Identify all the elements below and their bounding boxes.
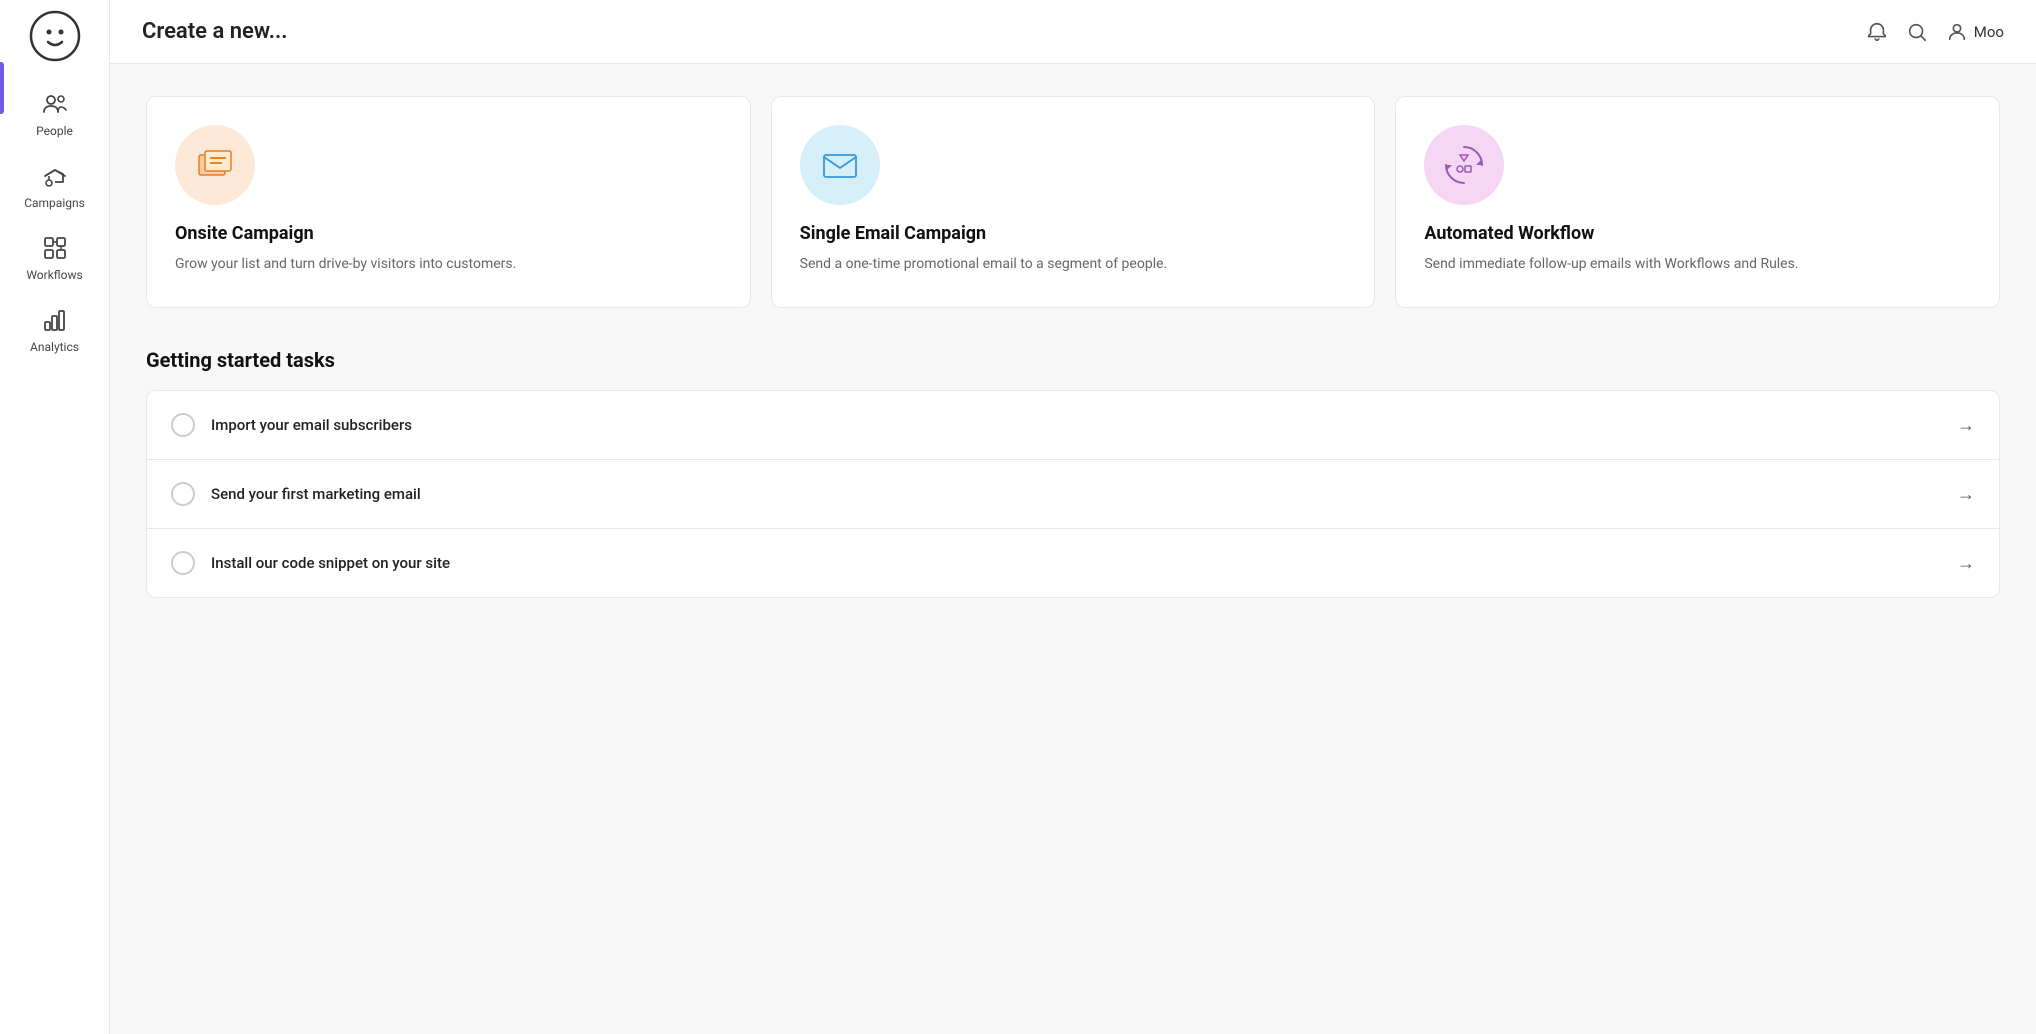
search-icon[interactable] xyxy=(1906,21,1928,43)
active-indicator xyxy=(0,62,4,114)
sidebar-item-workflows-label: Workflows xyxy=(26,268,82,282)
task-send-label: Send your first marketing email xyxy=(211,485,421,503)
sidebar-item-workflows[interactable]: Workflows xyxy=(0,222,109,294)
tasks-list: Import your email subscribers → Send you… xyxy=(146,390,2000,598)
getting-started-title: Getting started tasks xyxy=(146,348,2000,372)
task-send-arrow: → xyxy=(1957,484,1975,505)
single-email-icon-wrapper xyxy=(800,125,880,205)
user-name: Moo xyxy=(1974,23,2004,41)
task-import-arrow: → xyxy=(1957,415,1975,436)
task-send-circle xyxy=(171,482,195,506)
automated-workflow-card[interactable]: Automated Workflow Send immediate follow… xyxy=(1395,96,2000,308)
main-content: Create a new... Moo xyxy=(110,0,2036,1034)
onsite-campaign-title: Onsite Campaign xyxy=(175,223,722,244)
content-area: Onsite Campaign Grow your list and turn … xyxy=(110,64,2036,630)
campaign-cards-row: Onsite Campaign Grow your list and turn … xyxy=(146,96,2000,308)
notifications-icon[interactable] xyxy=(1866,21,1888,43)
sidebar-item-people-label: People xyxy=(36,124,73,138)
automated-workflow-icon xyxy=(1438,139,1490,191)
user-menu[interactable]: Moo xyxy=(1946,21,2004,43)
task-import-subscribers[interactable]: Import your email subscribers → xyxy=(147,391,1999,460)
task-send-left: Send your first marketing email xyxy=(171,482,421,506)
getting-started-section: Getting started tasks Import your email … xyxy=(146,348,2000,598)
sidebar-item-people[interactable]: People xyxy=(0,78,109,150)
task-install-arrow: → xyxy=(1957,553,1975,574)
single-email-title: Single Email Campaign xyxy=(800,223,1347,244)
sidebar-item-campaigns-label: Campaigns xyxy=(24,196,85,210)
task-import-left: Import your email subscribers xyxy=(171,413,412,437)
onsite-campaign-icon xyxy=(191,141,239,189)
task-send-email[interactable]: Send your first marketing email → xyxy=(147,460,1999,529)
onsite-campaign-desc: Grow your list and turn drive-by visitor… xyxy=(175,254,722,275)
header-actions: Moo xyxy=(1866,21,2004,43)
header: Create a new... Moo xyxy=(110,0,2036,64)
single-email-desc: Send a one-time promotional email to a s… xyxy=(800,254,1347,275)
logo[interactable] xyxy=(29,10,81,62)
task-install-snippet[interactable]: Install our code snippet on your site → xyxy=(147,529,1999,597)
single-email-icon xyxy=(816,141,864,189)
sidebar: People Campaigns Workflows Analytics xyxy=(0,0,110,1034)
task-import-circle xyxy=(171,413,195,437)
sidebar-item-campaigns[interactable]: Campaigns xyxy=(0,150,109,222)
task-install-circle xyxy=(171,551,195,575)
task-install-label: Install our code snippet on your site xyxy=(211,554,450,572)
sidebar-item-analytics[interactable]: Analytics xyxy=(0,294,109,366)
automated-workflow-title: Automated Workflow xyxy=(1424,223,1971,244)
automated-workflow-icon-wrapper xyxy=(1424,125,1504,205)
task-import-label: Import your email subscribers xyxy=(211,416,412,434)
page-title: Create a new... xyxy=(142,19,288,44)
onsite-campaign-card[interactable]: Onsite Campaign Grow your list and turn … xyxy=(146,96,751,308)
user-icon xyxy=(1946,21,1968,43)
sidebar-item-analytics-label: Analytics xyxy=(30,340,79,354)
task-install-left: Install our code snippet on your site xyxy=(171,551,450,575)
single-email-campaign-card[interactable]: Single Email Campaign Send a one-time pr… xyxy=(771,96,1376,308)
automated-workflow-desc: Send immediate follow-up emails with Wor… xyxy=(1424,254,1971,275)
onsite-campaign-icon-wrapper xyxy=(175,125,255,205)
